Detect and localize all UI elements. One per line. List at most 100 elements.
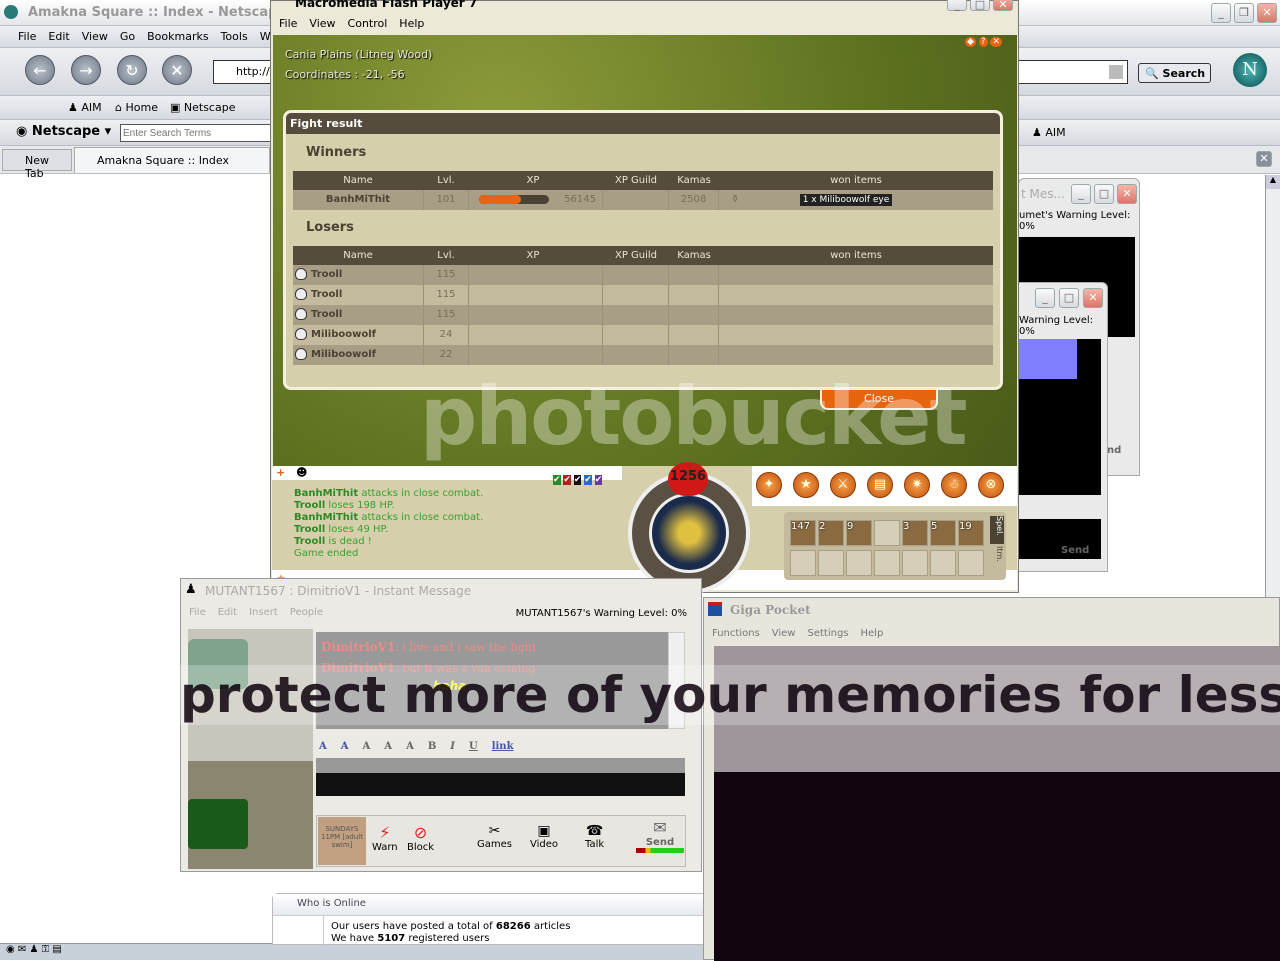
maximize-button[interactable]: □ <box>1094 184 1114 204</box>
inventory-slot[interactable] <box>930 550 956 576</box>
menu-view[interactable]: View <box>772 628 796 639</box>
forward-button[interactable]: → <box>71 55 101 85</box>
inventory-slot[interactable] <box>958 550 984 576</box>
spell-slot-icon[interactable]: ☃ <box>941 472 967 498</box>
bookmark-netscape[interactable]: ▣ Netscape <box>170 101 235 114</box>
chat-line: BanhMiThit attacks in close combat. <box>294 512 484 523</box>
italic-button[interactable]: I <box>450 741 455 752</box>
menu-go[interactable]: Go <box>120 30 135 43</box>
menu-edit[interactable]: Edit <box>218 607 237 618</box>
losers-table-header: Name Lvl. XP XP Guild Kamas won items <box>293 246 993 265</box>
skull-icon <box>295 328 307 340</box>
menu-view[interactable]: View <box>309 17 335 30</box>
menu-functions[interactable]: Functions <box>712 628 760 639</box>
spell-slot-icon[interactable]: ⊗ <box>978 472 1004 498</box>
message-input[interactable] <box>316 758 685 796</box>
spell-slot-icon[interactable]: ✦ <box>756 472 782 498</box>
video-button[interactable]: ▣ Video <box>530 823 558 850</box>
normal-font-button[interactable]: A <box>384 741 392 752</box>
inventory-slot[interactable]: 147 <box>790 520 816 546</box>
netscape-throbber-icon[interactable]: N <box>1233 53 1267 87</box>
send-button[interactable]: nd <box>1107 445 1121 456</box>
inventory-slot[interactable] <box>846 550 872 576</box>
warning-level: Warning Level: 0% <box>1019 315 1094 337</box>
spell-slot-icon[interactable]: ⚔ <box>830 472 856 498</box>
spell-slot-icon[interactable]: ▤ <box>867 472 893 498</box>
bookmark-aim-right[interactable]: ♟ AIM <box>1032 126 1066 139</box>
minimize-button[interactable]: _ <box>1071 184 1091 204</box>
close-tab-button[interactable]: ✕ <box>1256 151 1272 167</box>
menu-edit[interactable]: Edit <box>48 30 69 43</box>
search-button[interactable]: 🔍 Search <box>1138 63 1211 83</box>
inventory-slot[interactable]: 5 <box>930 520 956 546</box>
send-button[interactable]: Send <box>1061 545 1089 556</box>
inventory-slot[interactable]: 2 <box>818 520 844 546</box>
bookmark-aim[interactable]: ♟ AIM <box>68 101 102 114</box>
menu-file[interactable]: File <box>18 30 36 43</box>
menu-tools[interactable]: Tools <box>221 30 248 43</box>
tab-spells[interactable]: Spel. <box>990 516 1004 544</box>
won-item-tooltip: 1 x Miliboowolf eye <box>799 194 893 206</box>
giga-pocket-title: Giga Pocket <box>730 603 811 617</box>
netscape-search-menu[interactable]: ◉ Netscape ▾ <box>16 124 111 139</box>
minimize-button[interactable]: _ <box>947 0 967 11</box>
tab-new-tab[interactable]: New Tab <box>2 149 72 180</box>
close-button[interactable]: ✕ <box>1257 3 1277 23</box>
spell-slot-icon[interactable]: ★ <box>793 472 819 498</box>
games-button[interactable]: ✂ Games <box>477 823 512 850</box>
increase-font-button[interactable]: A <box>406 741 414 752</box>
inventory-slot[interactable] <box>790 550 816 576</box>
inventory-slot[interactable] <box>874 520 900 546</box>
decrease-font-button[interactable]: A <box>363 741 371 752</box>
menu-control[interactable]: Control <box>348 17 388 30</box>
url-dropdown-icon[interactable] <box>1109 65 1123 79</box>
menu-people[interactable]: People <box>290 607 323 618</box>
underline-button[interactable]: U <box>469 741 478 752</box>
menu-bookmarks[interactable]: Bookmarks <box>147 30 208 43</box>
inventory-slot[interactable]: 19 <box>958 520 984 546</box>
menu-settings[interactable]: Settings <box>807 628 848 639</box>
map-option-buttons[interactable]: ◆ ? ✕ <box>965 37 1002 47</box>
inventory-slot[interactable]: 9 <box>846 520 872 546</box>
emote-icon[interactable]: ☻ <box>296 466 307 479</box>
talk-button[interactable]: ☎ Talk <box>585 823 604 850</box>
inventory-slot[interactable] <box>902 550 928 576</box>
bold-button[interactable]: B <box>428 741 436 752</box>
maximize-button[interactable]: □ <box>970 0 990 11</box>
close-button[interactable]: ✕ <box>1117 184 1137 204</box>
minimize-button[interactable]: _ <box>1211 3 1231 23</box>
bookmark-home[interactable]: ⌂ Home <box>115 101 158 114</box>
tab-amakna-square[interactable]: Amakna Square :: Index <box>74 147 270 173</box>
block-button[interactable]: ⊘ Block <box>407 823 434 853</box>
stop-button[interactable]: ✕ <box>162 55 192 85</box>
inventory-slot[interactable] <box>818 550 844 576</box>
close-button[interactable]: ✕ <box>993 0 1013 11</box>
menu-insert[interactable]: Insert <box>249 607 278 618</box>
tab-items[interactable]: Itm. <box>990 546 1004 576</box>
maximize-button[interactable]: □ <box>1059 288 1079 308</box>
link-button[interactable]: link <box>492 741 514 752</box>
text-color-button[interactable]: A <box>319 741 327 752</box>
menu-help[interactable]: Help <box>861 628 884 639</box>
chat-filter-checkboxes[interactable]: ✔ ✔ ✔ ✔ ✔ <box>553 475 603 485</box>
menu-help[interactable]: Help <box>399 17 424 30</box>
menu-file[interactable]: File <box>279 17 297 30</box>
minimize-button[interactable]: _ <box>1035 288 1055 308</box>
restore-button[interactable]: ❐ <box>1234 3 1254 23</box>
chat-log[interactable]: BanhMiThit attacks in close combat. Trool… <box>294 488 594 560</box>
menu-view[interactable]: View <box>82 30 108 43</box>
chat-line: Trooll is dead ! <box>294 536 372 547</box>
spell-slot-icon[interactable]: ✷ <box>904 472 930 498</box>
back-button[interactable]: ← <box>25 55 55 85</box>
table-row: BanhMiThit 101 56145 2508 ⚱ 1 x Miliboowol… <box>293 190 993 210</box>
window-title: Amakna Square :: Index - Netscape <box>28 5 287 20</box>
send-button[interactable]: ✉ Send <box>636 818 684 853</box>
inventory-slot[interactable]: 3 <box>902 520 928 546</box>
warn-button[interactable]: ⚡ Warn <box>372 823 398 853</box>
menu-file[interactable]: File <box>189 607 206 618</box>
close-button[interactable]: ✕ <box>1083 288 1103 308</box>
chat-expand-icon[interactable]: + <box>276 466 285 479</box>
reload-button[interactable]: ↻ <box>117 55 147 85</box>
inventory-slot[interactable] <box>874 550 900 576</box>
background-color-button[interactable]: A <box>341 741 349 752</box>
